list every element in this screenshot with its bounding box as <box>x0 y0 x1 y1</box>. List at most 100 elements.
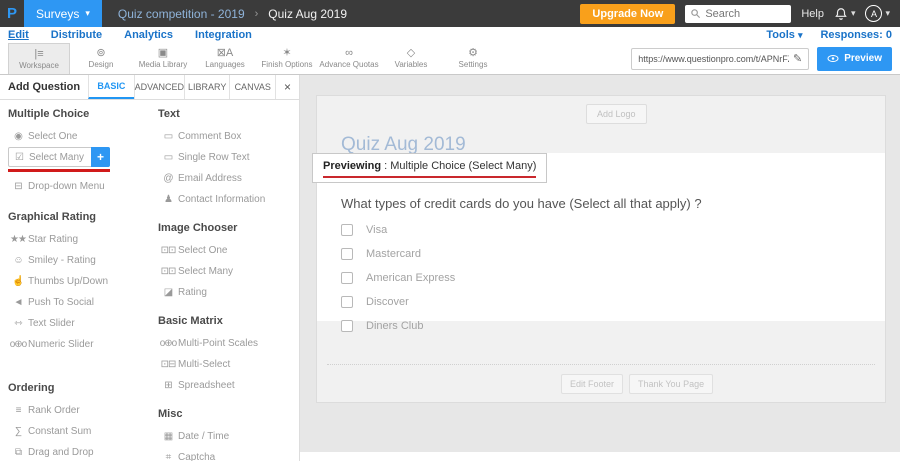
qtype-dropdown-menu[interactable]: ⊟ Drop-down Menu <box>8 176 150 197</box>
qtype-label: Select One <box>178 245 227 256</box>
tool-settings[interactable]: ⚙ Settings <box>442 43 504 74</box>
checkbox-mastercard[interactable] <box>341 248 353 260</box>
qtype-label: Select One <box>28 131 77 142</box>
checkbox-diners-club[interactable] <box>341 320 353 332</box>
qtype-date-time[interactable]: ▦ Date / Time <box>158 426 300 447</box>
avatar: A <box>865 5 882 22</box>
add-question-panel: Add Question BASIC ADVANCED LIBRARY CANV… <box>0 75 300 461</box>
search-box[interactable] <box>685 5 791 23</box>
qtype-star-rating[interactable]: ★★ Star Rating <box>8 229 150 250</box>
checkbox-discover[interactable] <box>341 296 353 308</box>
option-label: Discover <box>366 296 409 308</box>
tool-design[interactable]: ⊚ Design <box>70 43 132 74</box>
qtype-image-rating[interactable]: ◪ Rating <box>158 282 300 303</box>
survey-preview-card: Add Logo Quiz Aug 2019 Previewing : Mult… <box>316 95 886 403</box>
upgrade-now-button[interactable]: Upgrade Now <box>580 4 675 24</box>
qtype-contact-information[interactable]: ♟ Contact Information <box>158 189 300 210</box>
survey-url-input[interactable] <box>638 54 789 64</box>
qtype-label: Numeric Slider <box>28 339 94 350</box>
qtype-label: Date / Time <box>178 431 229 442</box>
qtype-select-many-selected[interactable]: ☑ Select Many + <box>8 147 110 167</box>
add-logo-button[interactable]: Add Logo <box>586 104 647 124</box>
panel-tabs: BASIC ADVANCED LIBRARY CANVAS <box>88 75 275 99</box>
qtype-captcha[interactable]: ⌗ Captcha <box>158 447 300 461</box>
tool-advance-quotas[interactable]: ∞ Advance Quotas <box>318 43 380 74</box>
nav-right-group: Tools ▾ Responses: 0 <box>766 29 900 41</box>
qtype-select-one[interactable]: ◉ Select One <box>8 126 150 147</box>
notifications-button[interactable]: ▾ <box>834 7 856 21</box>
tool-variables[interactable]: ◇ Variables <box>380 43 442 74</box>
qtype-label: Push To Social <box>28 297 94 308</box>
question-text: What types of credit cards do you have (… <box>341 196 702 211</box>
translate-icon: ⊠A <box>217 48 234 59</box>
qtype-rank-order[interactable]: ≡ Rank Order <box>8 400 150 421</box>
tool-workspace[interactable]: |≡ Workspace <box>8 43 70 74</box>
qtype-text-slider[interactable]: ⇿ Text Slider <box>8 313 150 334</box>
tool-languages[interactable]: ⊠A Languages <box>194 43 256 74</box>
responses-count-link[interactable]: Responses: 0 <box>820 29 892 41</box>
breadcrumb-parent[interactable]: Quiz competition - 2019 <box>118 7 245 21</box>
slider-icon: ⇿ <box>8 318 28 329</box>
nav-item-edit[interactable]: Edit <box>8 29 29 41</box>
thank-you-page-button[interactable]: Thank You Page <box>629 374 713 394</box>
preview-button[interactable]: Preview <box>817 47 892 71</box>
dropdown-icon: ⊟ <box>8 181 28 192</box>
qtype-thumbs-up-down[interactable]: ☝ Thumbs Up/Down <box>8 271 150 292</box>
questionpro-logo-icon[interactable]: P <box>0 0 24 27</box>
tab-basic[interactable]: BASIC <box>88 75 134 99</box>
tool-media-library[interactable]: ▣ Media Library <box>132 43 194 74</box>
qtype-numeric-slider[interactable]: o⊕o Numeric Slider <box>8 334 150 355</box>
qtype-multi-point-scales[interactable]: o⊕o Multi-Point Scales <box>158 333 300 354</box>
option-row: American Express <box>341 266 455 290</box>
nav-item-integration[interactable]: Integration <box>195 29 252 41</box>
qtype-label: Contact Information <box>178 194 265 205</box>
tab-canvas[interactable]: CANVAS <box>229 75 275 99</box>
edit-footer-button[interactable]: Edit Footer <box>561 374 623 394</box>
tab-advanced[interactable]: ADVANCED <box>134 75 184 99</box>
qtype-image-select-one[interactable]: ⊡⊡ Select One <box>158 240 300 261</box>
sigma-icon: ∑ <box>8 426 28 437</box>
breadcrumb: Quiz competition - 2019 › Quiz Aug 2019 <box>118 7 347 21</box>
checkbox-american-express[interactable] <box>341 272 353 284</box>
help-link[interactable]: Help <box>801 8 824 20</box>
checkbox-visa[interactable] <box>341 224 353 236</box>
text-field-icon: ▭ <box>158 152 178 163</box>
tools-menu-button[interactable]: Tools ▾ <box>766 29 802 41</box>
qtype-spreadsheet[interactable]: ⊞ Spreadsheet <box>158 375 300 396</box>
qtype-label: Select Many <box>29 152 92 163</box>
qtype-email-address[interactable]: @ Email Address <box>158 168 300 189</box>
qtype-image-select-many[interactable]: ⊡⊡ Select Many <box>158 261 300 282</box>
qtype-single-row-text[interactable]: ▭ Single Row Text <box>158 147 300 168</box>
search-input[interactable] <box>705 8 785 20</box>
surveys-menu-button[interactable]: Surveys ▾ <box>24 0 102 27</box>
close-icon[interactable]: × <box>275 75 299 99</box>
palette-icon: ⊚ <box>96 48 105 59</box>
nav-item-distribute[interactable]: Distribute <box>51 29 102 41</box>
radio-icon: ◉ <box>8 131 28 142</box>
comment-box-icon: ▭ <box>158 131 178 142</box>
account-menu-button[interactable]: A ▾ <box>865 5 890 22</box>
qtype-comment-box[interactable]: ▭ Comment Box <box>158 126 300 147</box>
qtype-push-to-social[interactable]: ◄ Push To Social <box>8 292 150 313</box>
captcha-icon: ⌗ <box>158 452 178 461</box>
search-icon <box>690 8 701 19</box>
tool-label: Settings <box>459 60 488 69</box>
add-question-plus-button[interactable]: + <box>91 147 110 167</box>
section-header-image-chooser: Image Chooser <box>158 222 300 234</box>
gear-icon: ⚙ <box>468 48 478 59</box>
qtype-label: Comment Box <box>178 131 241 142</box>
edit-url-pencil-icon[interactable]: ✎ <box>793 52 802 65</box>
tab-library[interactable]: LIBRARY <box>184 75 230 99</box>
tool-finish-options[interactable]: ✶ Finish Options <box>256 43 318 74</box>
qtype-label: Smiley - Rating <box>28 255 96 266</box>
qtype-constant-sum[interactable]: ∑ Constant Sum <box>8 421 150 442</box>
nav-item-analytics[interactable]: Analytics <box>124 29 173 41</box>
stars-icon: ★★ <box>8 234 28 245</box>
qtype-label: Single Row Text <box>178 152 250 163</box>
option-row: Visa <box>341 218 455 242</box>
qtype-drag-and-drop[interactable]: ⧉ Drag and Drop <box>8 442 150 461</box>
previewing-label: Previewing <box>323 160 381 172</box>
chain-links-icon: ∞ <box>345 48 353 59</box>
qtype-smiley-rating[interactable]: ☺ Smiley - Rating <box>8 250 150 271</box>
qtype-multi-select[interactable]: ⊡⊟ Multi-Select <box>158 354 300 375</box>
